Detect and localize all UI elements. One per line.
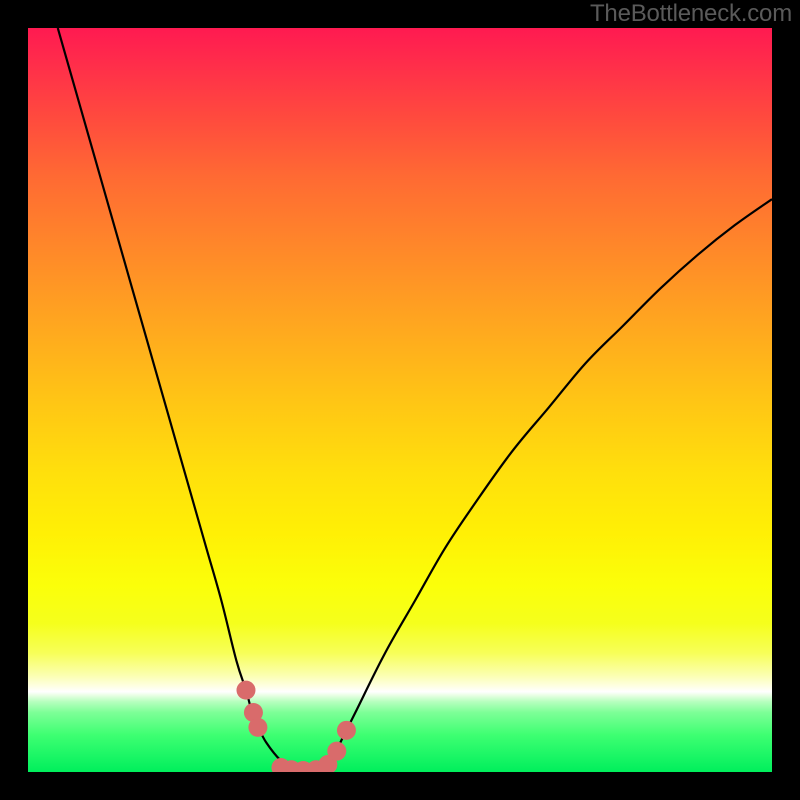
- annotation-dot: [236, 681, 255, 700]
- plot-area: [28, 28, 772, 772]
- annotation-dot: [248, 718, 267, 737]
- annotation-dot: [337, 721, 356, 740]
- left-branch-curve: [58, 28, 296, 772]
- annotation-dot: [327, 742, 346, 761]
- chart-svg: [28, 28, 772, 772]
- chart-container: TheBottleneck.com: [0, 0, 800, 800]
- right-branch-curve: [311, 199, 772, 772]
- annotation-dots: [236, 681, 355, 772]
- attribution-watermark: TheBottleneck.com: [590, 0, 792, 28]
- curve-group: [58, 28, 772, 772]
